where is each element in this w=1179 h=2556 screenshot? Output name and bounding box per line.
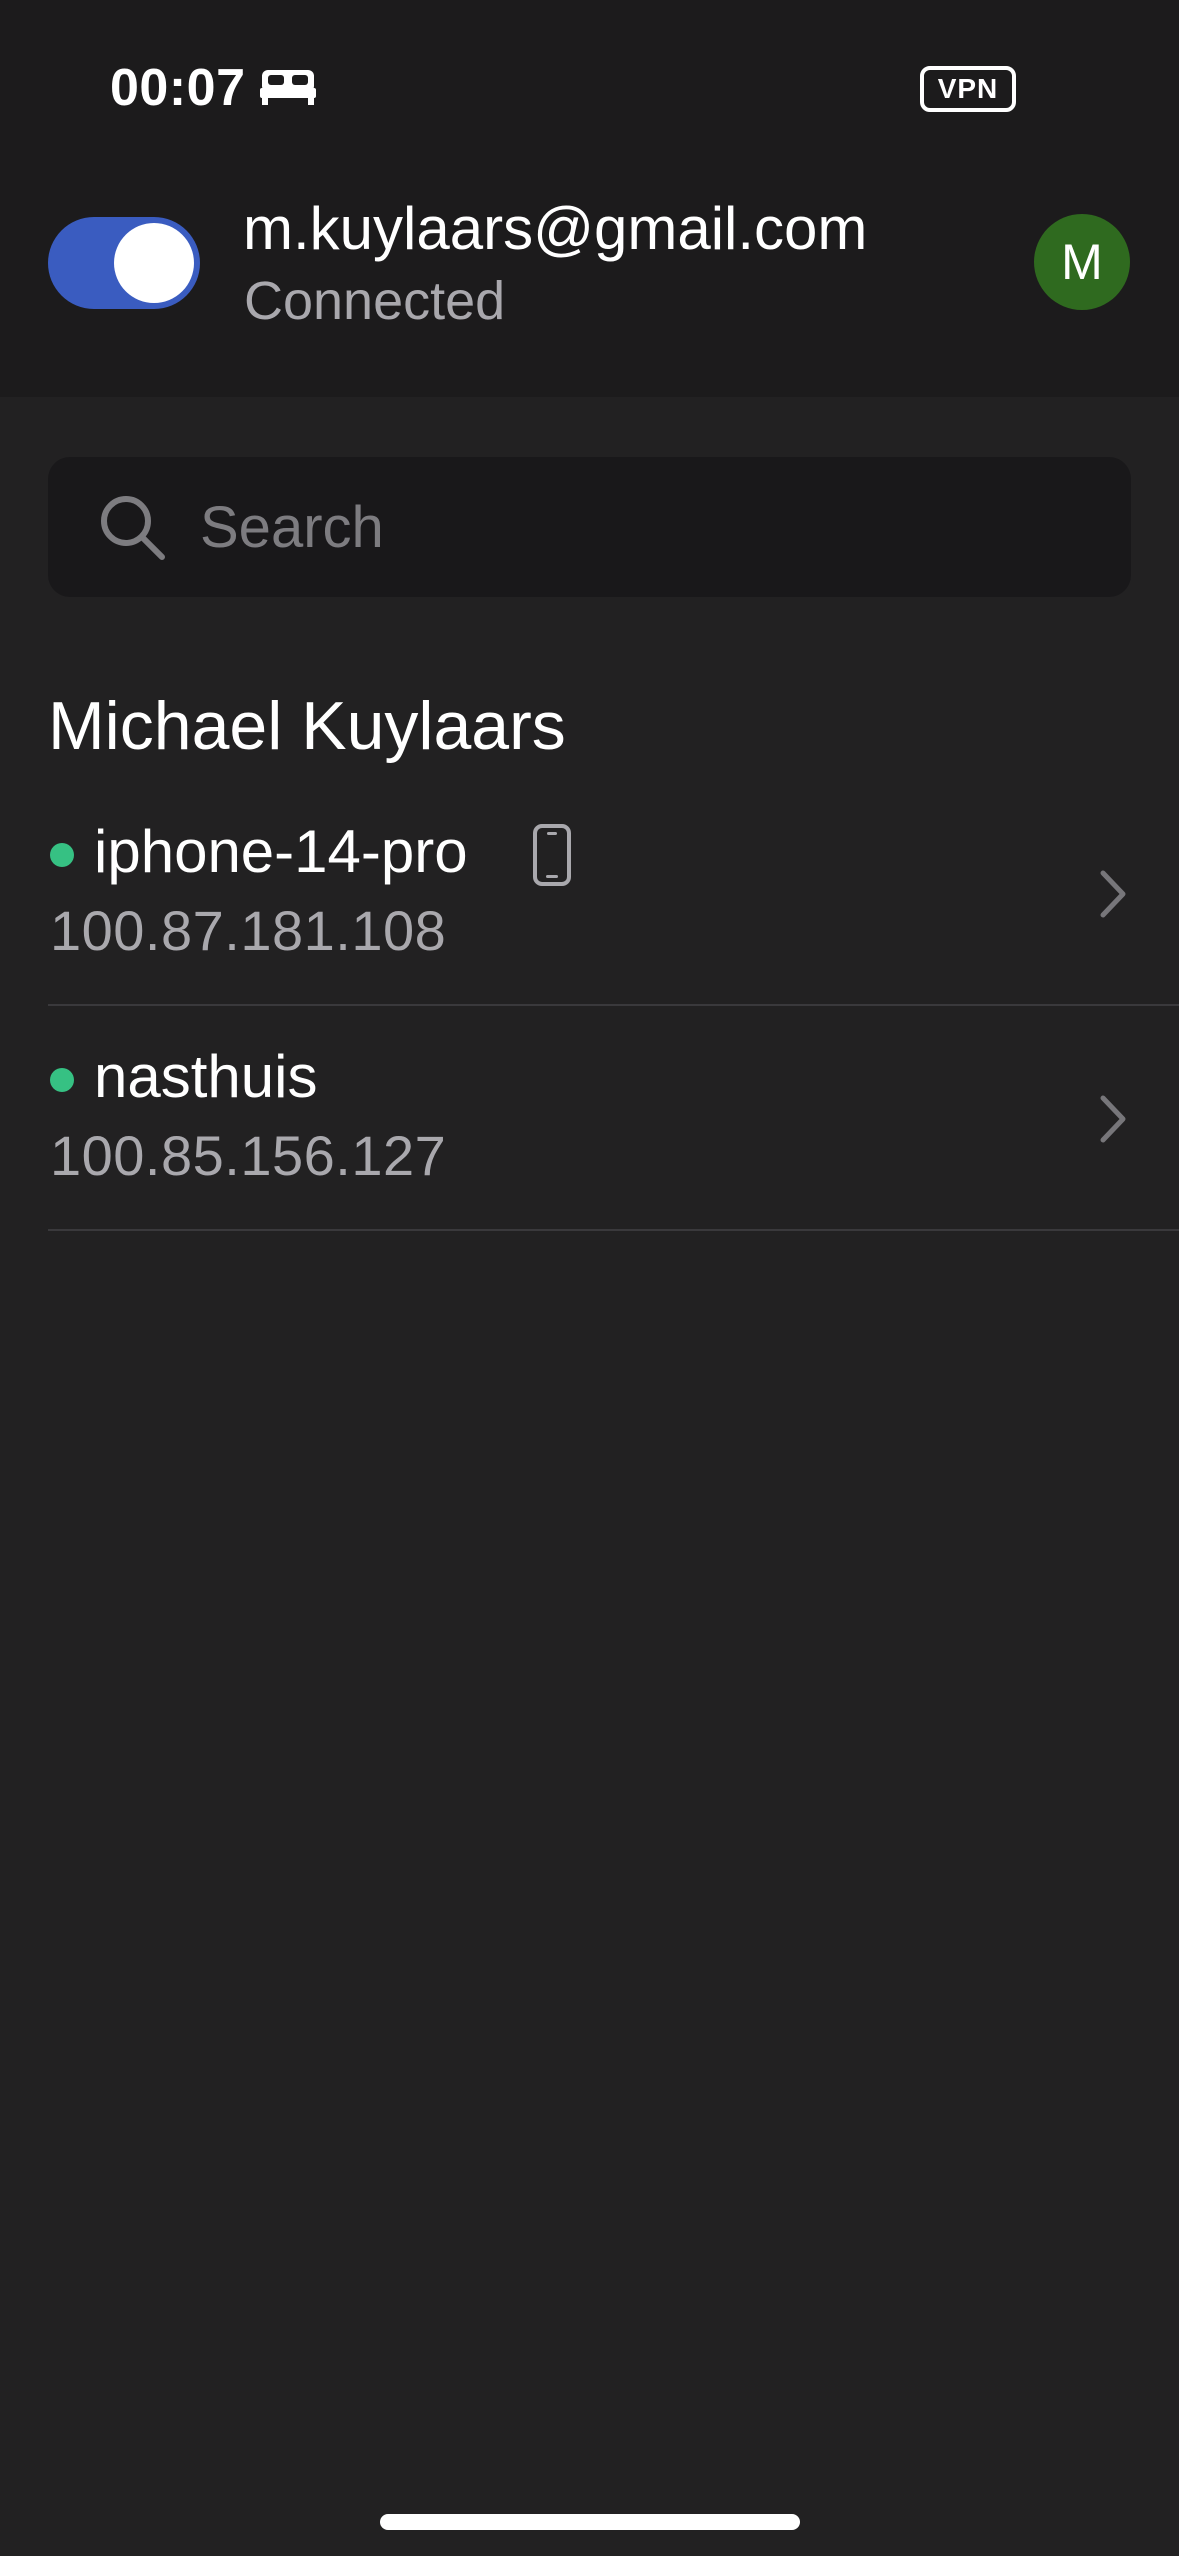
search-icon xyxy=(101,496,165,560)
bed-icon xyxy=(260,70,316,105)
header: 00:07 VPN m.kuylaars@gmail.com Connected… xyxy=(0,0,1179,397)
device-name: iphone-14-pro xyxy=(94,818,468,885)
online-status-dot xyxy=(50,843,74,867)
search-bar[interactable] xyxy=(48,457,1131,597)
status-time: 00:07 xyxy=(110,59,246,117)
connection-status: Connected xyxy=(244,271,506,331)
vpn-badge: VPN xyxy=(920,66,1016,112)
avatar[interactable]: M xyxy=(1034,214,1130,310)
device-row[interactable]: nasthuis 100.85.156.127 xyxy=(48,1006,1179,1231)
account-email: m.kuylaars@gmail.com xyxy=(243,195,868,262)
app-screen: 00:07 VPN m.kuylaars@gmail.com Connected… xyxy=(0,0,1179,2556)
online-status-dot xyxy=(50,1068,74,1092)
device-row[interactable]: iphone-14-pro 100.87.181.108 xyxy=(48,781,1179,1006)
chevron-right-icon xyxy=(1100,1095,1126,1143)
toggle-knob xyxy=(114,223,194,303)
device-ip: 100.85.156.127 xyxy=(50,1124,447,1187)
section-title: Michael Kuylaars xyxy=(48,688,566,764)
device-name: nasthuis xyxy=(94,1043,318,1110)
chevron-right-icon xyxy=(1100,870,1126,918)
search-input[interactable] xyxy=(200,485,1080,569)
home-indicator[interactable] xyxy=(380,2514,800,2530)
vpn-toggle[interactable] xyxy=(48,217,200,309)
device-ip: 100.87.181.108 xyxy=(50,899,447,962)
phone-icon xyxy=(533,824,571,886)
